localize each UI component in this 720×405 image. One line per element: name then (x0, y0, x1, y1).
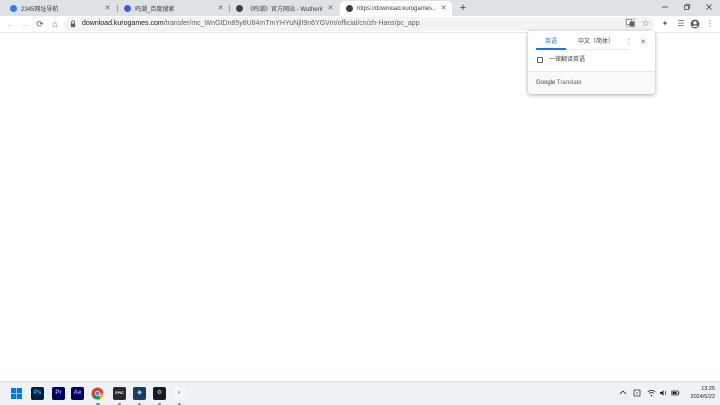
ime-glyph (633, 389, 641, 397)
wifi-icon[interactable] (646, 389, 656, 399)
steam-icon[interactable]: ⚙ (153, 387, 166, 400)
new-tab-button[interactable]: + (457, 2, 469, 14)
tab-title: https://download.kurogames... (357, 5, 436, 12)
game-launcher-icon[interactable]: ◐ (173, 387, 186, 400)
avatar-icon (690, 19, 700, 29)
reading-list-icon[interactable]: ☰ (675, 18, 687, 30)
minimize-button[interactable] (654, 0, 676, 14)
kuro-icon (346, 5, 353, 12)
address-bar[interactable]: download.kurogames.com/transfer/mc_WnGtD… (64, 17, 654, 31)
close-popup-icon[interactable]: ✕ (638, 37, 648, 48)
always-translate-checkbox[interactable] (537, 57, 543, 63)
bookmark-star-icon[interactable]: ☆ (640, 17, 651, 29)
windows-taskbar: Ps Pr Ae EPIC ◆ ⚙ ◐ 13:25 2024/5/22 (0, 381, 720, 405)
url-host: download.kurogames.com (82, 20, 164, 27)
system-clock[interactable]: 13:25 2024/5/22 (681, 385, 715, 401)
translate-popup: 英语 中文（简体） ⋮ ✕ 一律翻译英语 Google Translate (528, 31, 655, 94)
close-icon (706, 4, 712, 10)
epic-games-icon[interactable]: EPIC (113, 387, 126, 400)
reload-button[interactable]: ⟳ (34, 18, 46, 30)
url-text[interactable]: download.kurogames.com/transfer/mc_WnGtD… (82, 17, 420, 31)
kuro-icon (236, 5, 243, 12)
app-running-indicator (138, 403, 141, 405)
close-icon[interactable]: ✕ (103, 4, 112, 13)
app-running-indicator (178, 403, 181, 405)
url-path: /transfer/mc_WnGtDn85y8U84mTmYHYuNjlI9n6… (163, 20, 420, 27)
lock-icon[interactable] (70, 20, 76, 28)
active-tab-underline (536, 48, 566, 50)
forward-button[interactable]: → (19, 18, 31, 30)
photoshop-icon[interactable]: Ps (31, 387, 44, 400)
restore-button[interactable] (676, 0, 698, 14)
translate-icon[interactable] (625, 18, 636, 28)
premiere-icon[interactable]: Pr (52, 387, 65, 400)
tab-title: 《鸣潮》官方网站 - Wuthering... (247, 7, 323, 13)
close-icon[interactable]: ✕ (326, 4, 335, 13)
ime-icon[interactable] (632, 389, 642, 399)
more-options-icon[interactable]: ⋮ (624, 37, 634, 48)
start-button[interactable] (10, 387, 23, 400)
chrome-active-indicator (96, 403, 100, 405)
tab-title: 鸣潮_百度搜索 (135, 7, 175, 13)
tab-download[interactable]: https://download.kurogames... ✕ (340, 1, 452, 16)
baidu-icon (124, 5, 131, 12)
extensions-icon[interactable]: ✦ (659, 18, 671, 30)
cube-app-icon[interactable]: ◆ (133, 387, 146, 400)
tab-2345[interactable]: 2345网址导航 ✕ (4, 1, 116, 16)
volume-glyph (659, 390, 666, 396)
minimize-icon (662, 6, 668, 8)
back-button[interactable]: ← (4, 18, 16, 30)
after-effects-icon[interactable]: Ae (71, 387, 84, 400)
restore-icon (684, 3, 691, 10)
tab-official-site[interactable]: 《鸣潮》官方网站 - Wuthering... ✕ (230, 1, 339, 16)
battery-glyph (670, 390, 679, 396)
globe-icon (10, 5, 17, 12)
clock-date: 2024/5/22 (690, 394, 715, 400)
close-icon[interactable]: ✕ (216, 4, 225, 13)
tab-source-language[interactable]: 英语 (536, 37, 566, 48)
volume-icon[interactable] (658, 389, 668, 399)
windows-logo-icon (11, 388, 22, 399)
chevron-up-glyph (619, 390, 627, 395)
clock-time: 13:25 (701, 386, 715, 392)
close-icon[interactable]: ✕ (439, 4, 448, 13)
app-running-indicator (118, 403, 121, 405)
battery-icon[interactable] (670, 389, 680, 399)
chrome-icon[interactable] (91, 387, 104, 400)
wifi-glyph (647, 390, 655, 397)
chevron-up-icon[interactable] (618, 389, 628, 399)
tab-target-language[interactable]: 中文（简体） (570, 37, 622, 48)
popup-footer: Google Translate (528, 71, 655, 94)
tab-strip: 2345网址导航 ✕ 鸣潮_百度搜索 ✕ 《鸣潮》官方网站 - Wutherin… (0, 0, 720, 16)
close-window-button[interactable] (698, 0, 720, 14)
tab-baidu[interactable]: 鸣潮_百度搜索 ✕ (118, 1, 229, 16)
google-translate-brand: Google Translate (536, 80, 582, 86)
home-button[interactable]: ⌂ (49, 18, 61, 30)
profile-avatar[interactable] (689, 18, 701, 30)
tab-title: 2345网址导航 (21, 7, 59, 13)
menu-button[interactable]: ⋮ (704, 18, 716, 30)
always-translate-label[interactable]: 一律翻译英语 (549, 55, 585, 65)
translate-glyph (626, 19, 635, 27)
app-running-indicator (158, 403, 161, 405)
chrome-logo (91, 387, 104, 400)
